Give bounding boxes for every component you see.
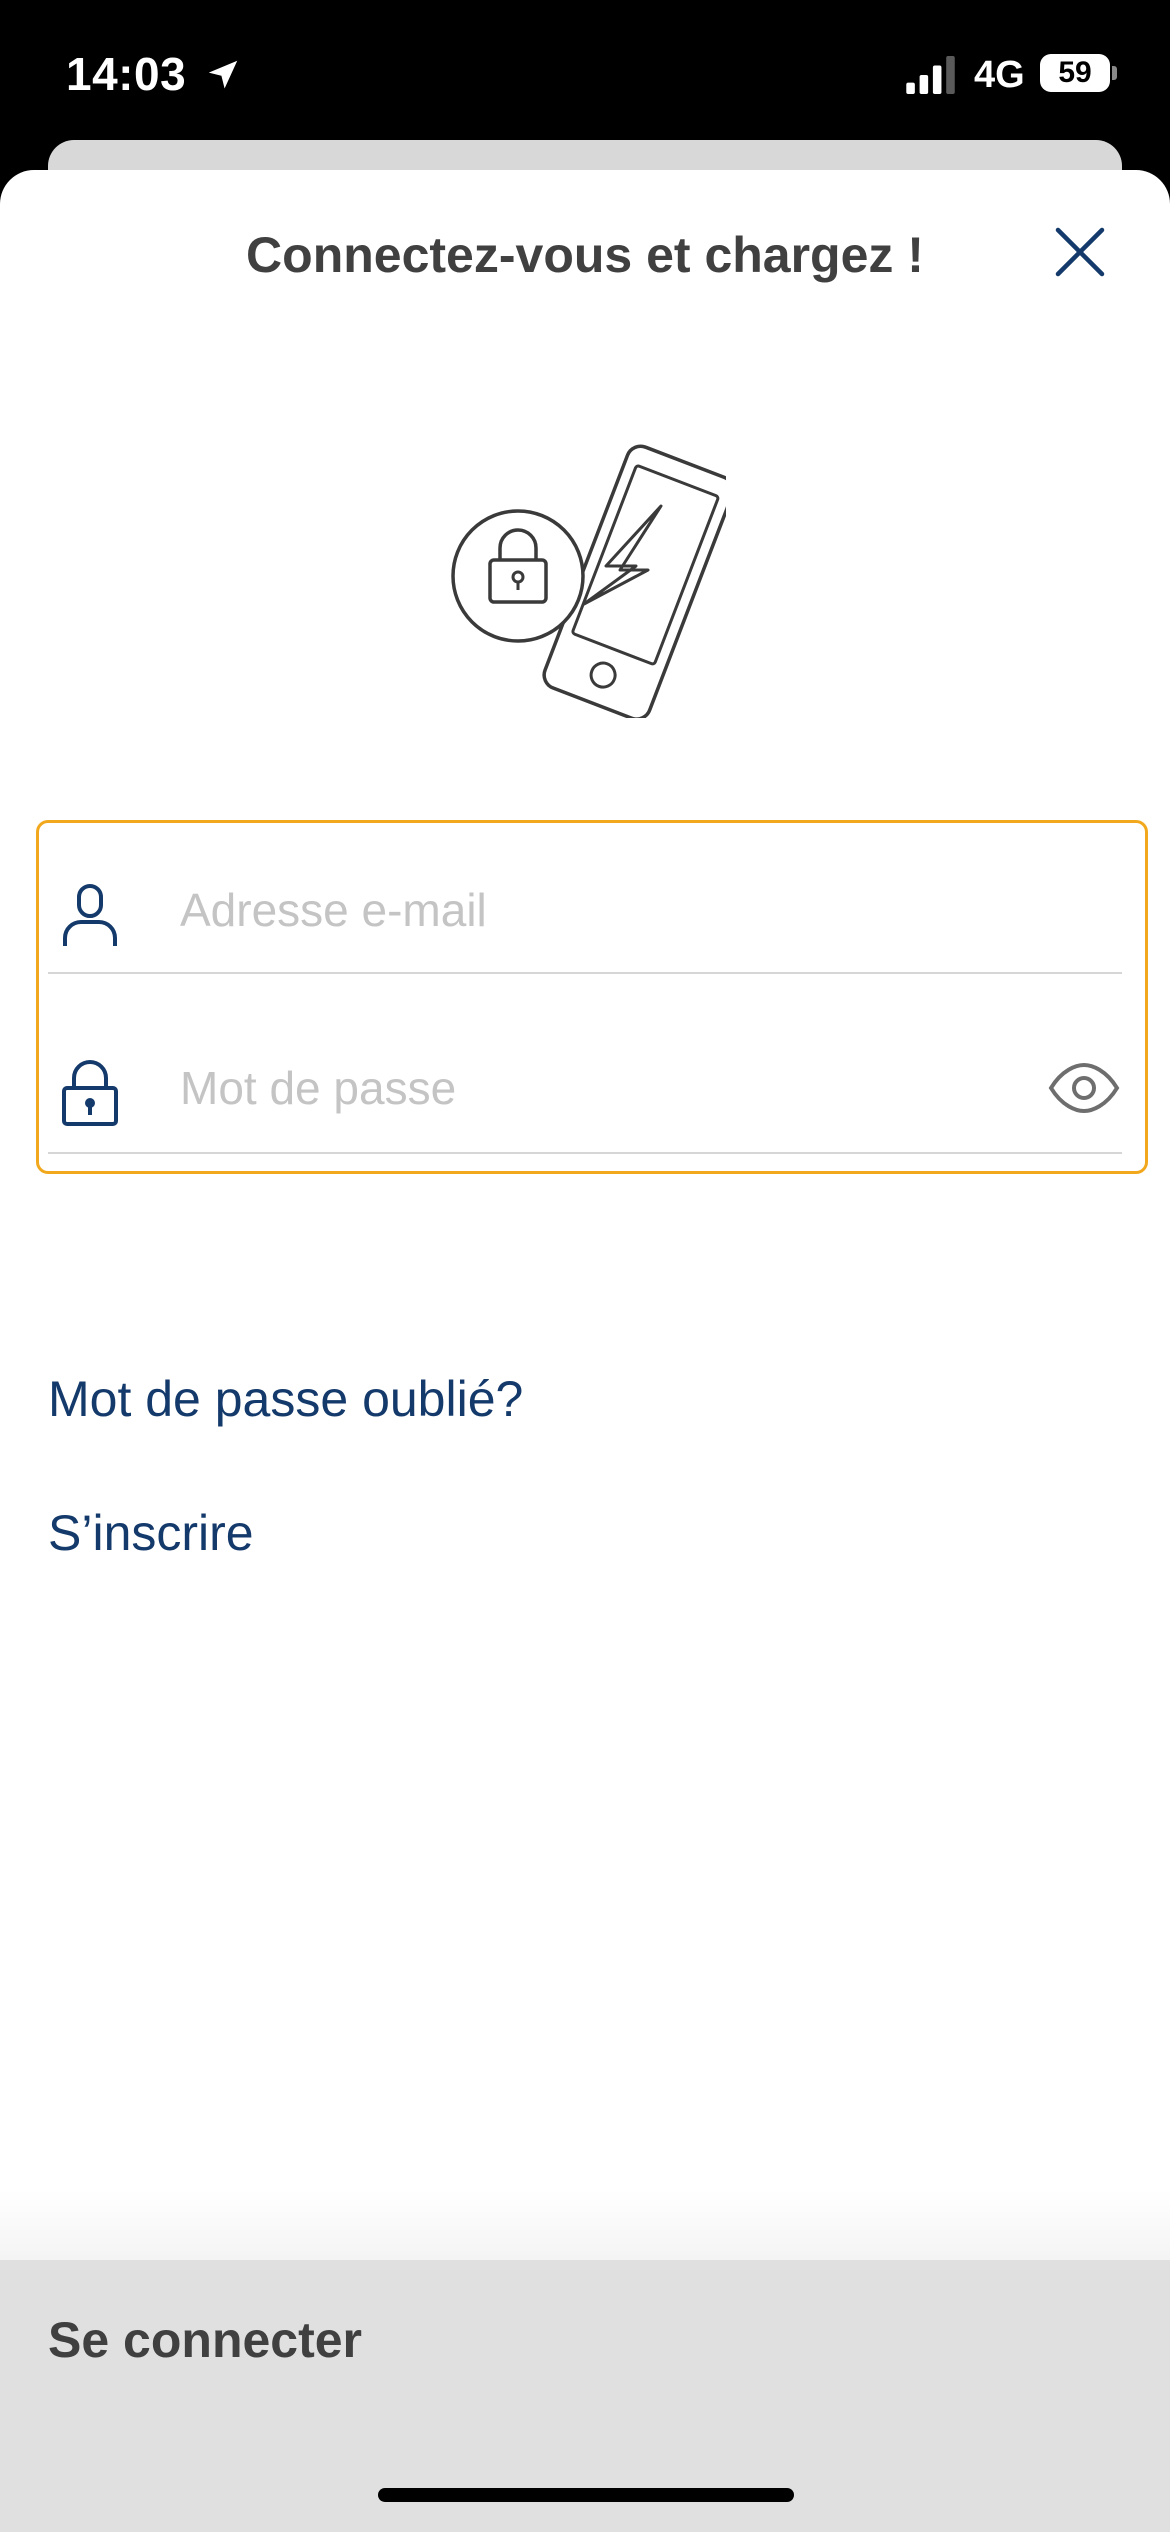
- home-indicator[interactable]: [378, 2488, 794, 2502]
- network-type: 4G: [974, 54, 1025, 96]
- password-row: [48, 1000, 1122, 1176]
- location-arrow-icon: [208, 60, 238, 89]
- status-time: 14:03: [66, 48, 187, 100]
- lock-icon: [62, 1060, 118, 1126]
- signup-link[interactable]: S’inscrire: [48, 1502, 254, 1564]
- bottom-fade: [0, 2190, 1170, 2260]
- email-underline: [48, 972, 1122, 974]
- password-input[interactable]: [180, 1052, 960, 1124]
- password-underline: [48, 1152, 1122, 1154]
- login-button[interactable]: Se connecter: [0, 2260, 1170, 2420]
- status-bar: 14:03 4G 59: [0, 0, 1170, 140]
- email-input[interactable]: [180, 874, 960, 946]
- user-icon: [63, 884, 117, 946]
- forgot-password-link[interactable]: Mot de passe oublié?: [48, 1368, 523, 1430]
- battery-cap: [1112, 66, 1117, 80]
- battery-level: 59: [1040, 54, 1110, 92]
- eye-icon[interactable]: [1048, 1062, 1120, 1114]
- close-icon[interactable]: [1052, 224, 1108, 280]
- sheet-title: Connectez-vous et chargez !: [246, 227, 924, 283]
- phone-lock-charge-icon: [451, 444, 726, 718]
- signal-icon: [906, 56, 955, 94]
